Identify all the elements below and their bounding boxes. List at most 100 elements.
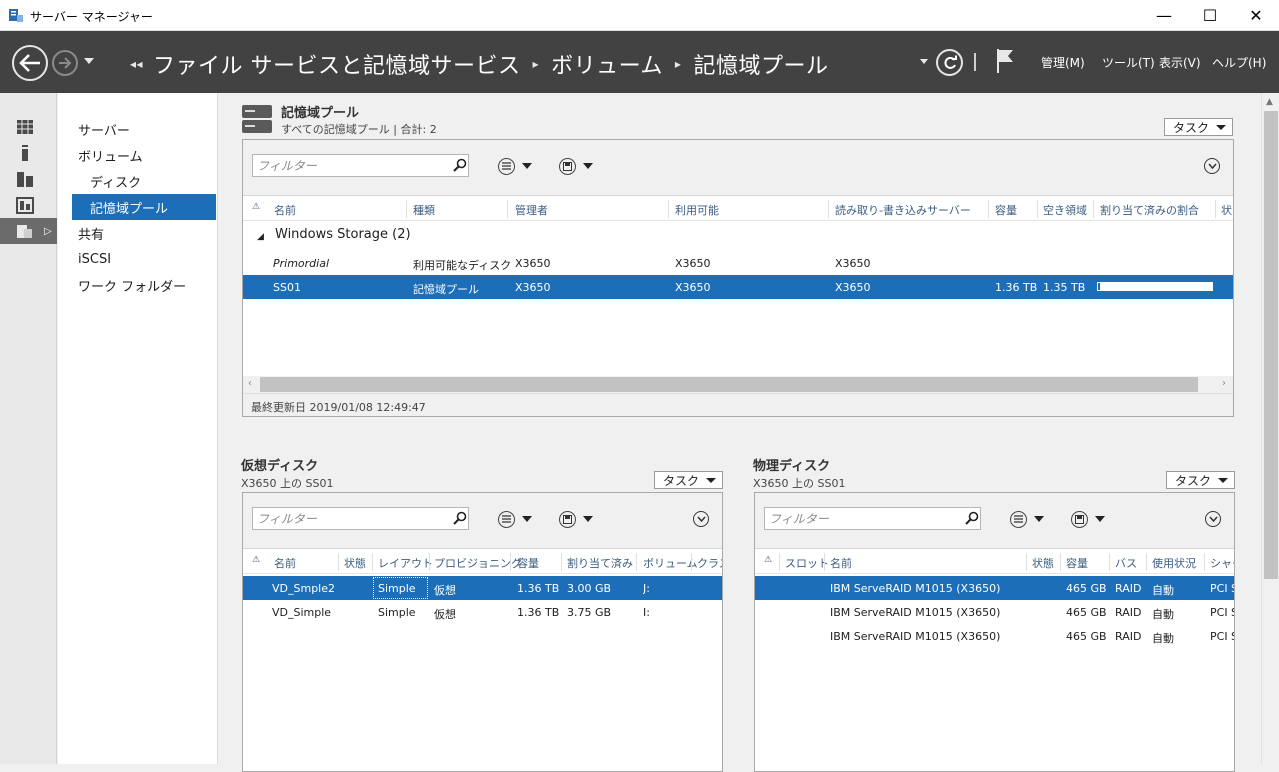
table-row[interactable]: IBM ServeRAID M1015 (X3650) 465 GB RAID …: [755, 576, 1234, 600]
col-layout[interactable]: レイアウト: [378, 555, 433, 571]
cell-admin: X3650: [515, 257, 551, 270]
menu-manage[interactable]: 管理(M): [1041, 54, 1085, 71]
cell-capacity: 465 GB: [1066, 606, 1107, 619]
warning-column-icon[interactable]: ⚠: [252, 555, 260, 565]
col-capacity[interactable]: 容量: [1066, 555, 1088, 571]
vdisks-save-query-button[interactable]: [559, 510, 597, 528]
col-divider: [1204, 553, 1205, 571]
cell-name: SS01: [273, 281, 301, 294]
cell-name: Primordial: [273, 257, 330, 270]
col-status[interactable]: 状態: [344, 555, 366, 571]
pools-collapse-button[interactable]: [1204, 158, 1220, 174]
scroll-left-icon[interactable]: ‹: [248, 378, 252, 389]
menu-help[interactable]: ヘルプ(H): [1212, 54, 1266, 71]
rail-all-servers[interactable]: [0, 166, 57, 192]
nav-storage-pools[interactable]: 記憶域プール: [72, 194, 216, 220]
breadcrumb-file-services[interactable]: ファイル サービスと記憶域サービス: [153, 48, 521, 80]
menu-view[interactable]: 表示(V): [1159, 54, 1201, 71]
dashboard-icon: [17, 120, 33, 134]
rail-storage-services[interactable]: ▷: [0, 218, 57, 244]
col-capacity[interactable]: 容量: [995, 202, 1017, 218]
save-icon: [1071, 510, 1088, 528]
refresh-button[interactable]: [936, 49, 963, 76]
warning-column-icon[interactable]: ⚠: [764, 555, 772, 565]
table-row[interactable]: IBM ServeRAID M1015 (X3650) 465 GB RAID …: [755, 624, 1234, 648]
table-row[interactable]: VD_Simple Simple 仮想 1.36 TB 3.75 GB I:: [243, 600, 722, 624]
vdisks-list-options-button[interactable]: [498, 510, 536, 528]
col-free-space[interactable]: 空き領域: [1043, 202, 1087, 218]
col-class[interactable]: クラス: [697, 555, 722, 571]
col-allocated-pct[interactable]: 割り当て済みの割合: [1100, 202, 1214, 218]
rail-local-server[interactable]: [0, 140, 57, 166]
col-capacity[interactable]: 容量: [517, 555, 539, 571]
minimize-button[interactable]: —: [1141, 0, 1187, 31]
vdisks-collapse-button[interactable]: [693, 511, 709, 527]
col-provisioning[interactable]: プロビジョニング: [434, 555, 522, 571]
hscroll-thumb[interactable]: [260, 377, 1198, 392]
col-slot[interactable]: スロット: [785, 555, 829, 571]
col-allocated[interactable]: 割り当て済み: [567, 555, 633, 571]
main-scrollbar[interactable]: ▲: [1261, 93, 1279, 764]
forward-button[interactable]: [52, 50, 78, 76]
notifications-flag-icon[interactable]: [995, 48, 1015, 74]
scroll-thumb[interactable]: [1264, 111, 1278, 579]
table-row[interactable]: SS01 記憶域プール X3650 X3650 X3650 1.36 TB 1.…: [243, 275, 1233, 299]
nav-disks[interactable]: ディスク: [72, 168, 216, 194]
col-status[interactable]: 状: [1221, 202, 1233, 218]
col-rw-server[interactable]: 読み取り-書き込みサーバー: [835, 202, 971, 218]
menu-tools[interactable]: ツール(T): [1102, 54, 1155, 71]
col-name[interactable]: 名前: [274, 555, 296, 571]
search-icon[interactable]: [453, 158, 467, 172]
pools-filter-input[interactable]: フィルター: [252, 154, 469, 177]
warning-column-icon[interactable]: ⚠: [252, 202, 260, 212]
vdisks-filter-input[interactable]: フィルター: [252, 507, 469, 530]
col-available[interactable]: 利用可能: [675, 202, 719, 218]
col-chassis[interactable]: シャー: [1210, 555, 1234, 571]
pools-list-options-button[interactable]: [498, 157, 536, 175]
nav-shares[interactable]: 共有: [72, 220, 216, 246]
search-icon[interactable]: [965, 511, 979, 525]
col-usage[interactable]: 使用状況: [1152, 555, 1196, 571]
breadcrumb-dropdown-icon[interactable]: [919, 56, 929, 66]
pools-hscrollbar[interactable]: ‹ ›: [243, 376, 1233, 393]
pdisks-collapse-button[interactable]: [1205, 511, 1221, 527]
breadcrumb-volumes[interactable]: ボリューム: [551, 48, 663, 80]
col-status[interactable]: 状態: [1032, 555, 1054, 571]
pdisks-task-button[interactable]: タスク: [1166, 471, 1235, 489]
col-name[interactable]: 名前: [830, 555, 852, 571]
close-button[interactable]: ✕: [1233, 0, 1279, 31]
history-dropdown-icon[interactable]: [83, 55, 95, 67]
pools-task-button[interactable]: タスク: [1164, 118, 1233, 136]
table-row[interactable]: VD_Smple2 Simple 仮想 1.36 TB 3.00 GB J:: [243, 576, 722, 600]
nav-iscsi[interactable]: iSCSI: [72, 246, 216, 272]
maximize-button[interactable]: ☐: [1187, 0, 1233, 31]
pdisks-list-options-button[interactable]: [1010, 510, 1048, 528]
pdisks-filter-input[interactable]: フィルター: [764, 507, 981, 530]
back-button[interactable]: [12, 45, 48, 81]
pdisks-save-query-button[interactable]: [1071, 510, 1109, 528]
col-name[interactable]: 名前: [274, 202, 296, 218]
table-row[interactable]: IBM ServeRAID M1015 (X3650) 465 GB RAID …: [755, 600, 1234, 624]
breadcrumb-leading-icon[interactable]: ◂◂: [130, 57, 143, 71]
col-bus[interactable]: バス: [1115, 555, 1137, 571]
search-icon[interactable]: [453, 511, 467, 525]
group-collapse-icon[interactable]: ◢: [257, 232, 264, 242]
pools-header-row: ⚠ 名前 種類 管理者 利用可能 読み取り-書き込みサーバー 容量 空き領域 割…: [243, 197, 1233, 221]
nav-servers[interactable]: サーバー: [72, 116, 216, 142]
scroll-right-icon[interactable]: ›: [1222, 378, 1226, 389]
table-row[interactable]: Primordial 利用可能なディスク X3650 X3650 X3650: [243, 251, 1233, 275]
cell-usage: 自動: [1152, 632, 1174, 645]
col-type[interactable]: 種類: [413, 202, 435, 218]
rail-dashboard[interactable]: [0, 114, 57, 140]
group-header[interactable]: Windows Storage (2): [275, 227, 411, 242]
vdisks-task-button[interactable]: タスク: [654, 471, 723, 489]
breadcrumb-storage-pools[interactable]: 記憶域プール: [693, 48, 828, 80]
nav-volumes[interactable]: ボリューム: [72, 142, 216, 168]
pools-save-query-button[interactable]: [559, 157, 597, 175]
cell-provisioning: 仮想: [434, 608, 456, 621]
col-volume[interactable]: ボリューム: [643, 555, 698, 571]
scroll-up-icon[interactable]: ▲: [1266, 97, 1273, 107]
col-admin[interactable]: 管理者: [515, 202, 548, 218]
nav-work-folders[interactable]: ワーク フォルダー: [72, 272, 216, 298]
rail-file-services[interactable]: [0, 192, 57, 218]
